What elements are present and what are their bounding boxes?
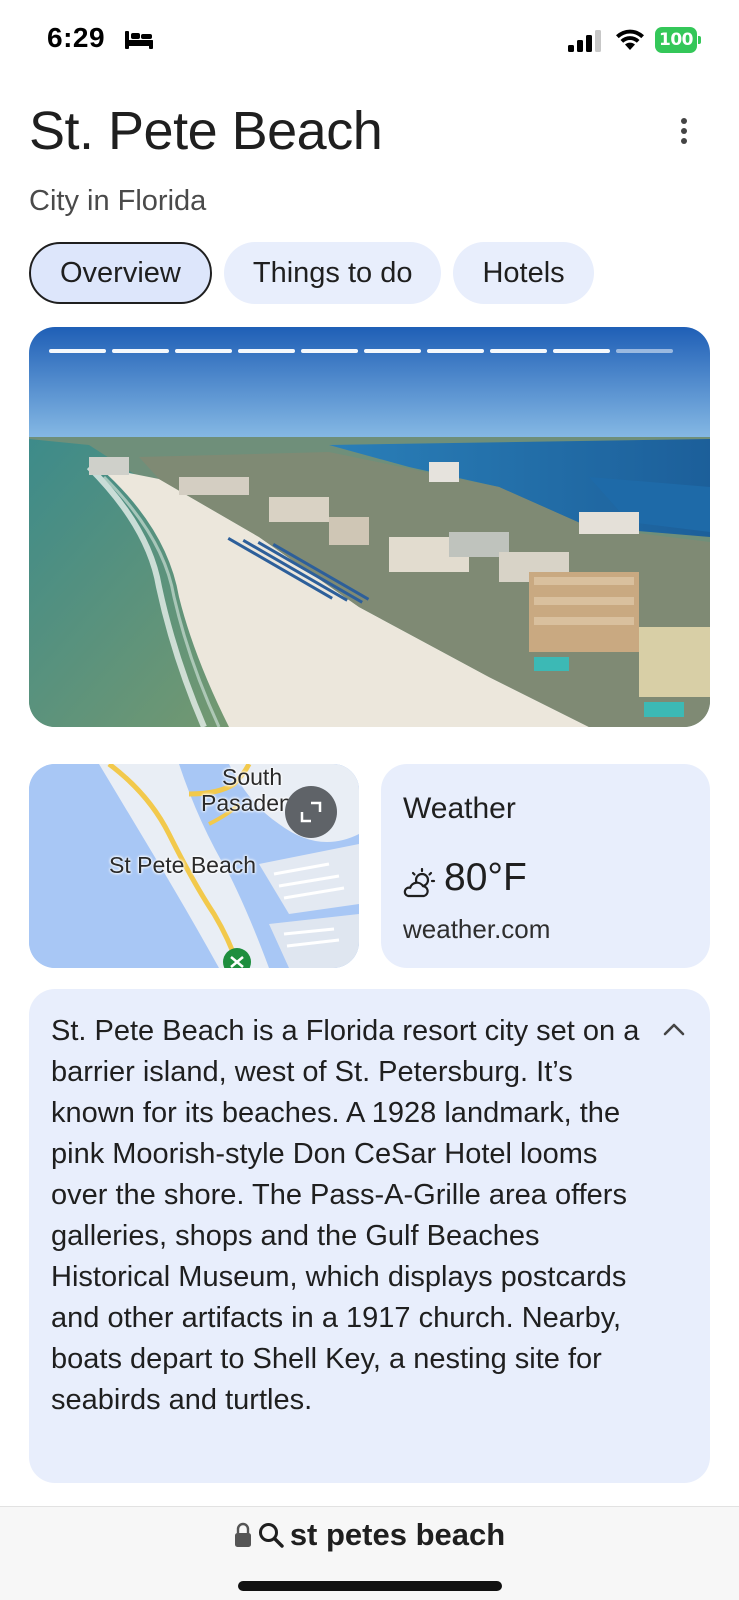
tab-bar: Overview Things to do Hotels (29, 242, 594, 304)
expand-map-button[interactable] (285, 786, 337, 838)
map-label-st-pete-beach: St Pete Beach (109, 852, 257, 878)
description-text: St. Pete Beach is a Florida resort city … (51, 1015, 640, 1416)
battery-body: 100 (655, 27, 697, 53)
status-time: 6:29 (47, 22, 106, 53)
page-subtitle: City in Florida (29, 185, 207, 217)
status-bar: 6:29 100 (0, 0, 739, 82)
progress-segment (238, 349, 295, 353)
map-preview[interactable]: South Pasadena St Pete Beach (29, 764, 359, 968)
weather-card[interactable]: Weather 80°F weather.com (381, 764, 710, 968)
progress-segment (49, 349, 106, 353)
progress-segment (427, 349, 484, 353)
more-dot-icon (681, 128, 687, 134)
progress-segment (553, 349, 610, 353)
description-card: St. Pete Beach is a Florida resort city … (29, 989, 710, 1483)
battery-indicator: 100 (655, 27, 701, 53)
battery-tip (698, 36, 701, 44)
expand-icon (300, 801, 322, 823)
progress-segment (301, 349, 358, 353)
home-indicator[interactable] (238, 1581, 502, 1591)
weather-temperature: 80°F (444, 856, 527, 899)
hero-image[interactable] (29, 327, 710, 727)
cellular-signal-icon (568, 30, 601, 52)
lock-icon (234, 1522, 251, 1547)
partly-cloudy-icon (403, 868, 436, 898)
more-dot-icon (681, 118, 687, 124)
gallery-progress (49, 349, 673, 353)
wifi-icon (616, 29, 644, 50)
tab-overview[interactable]: Overview (29, 242, 212, 304)
progress-segment (616, 349, 673, 353)
bed-icon (125, 31, 153, 49)
tab-things-to-do[interactable]: Things to do (223, 242, 442, 304)
progress-segment (175, 349, 232, 353)
progress-segment (490, 349, 547, 353)
more-options-button[interactable] (670, 114, 698, 148)
page-title: St. Pete Beach (29, 101, 383, 161)
address-field[interactable]: st petes beach (0, 1517, 739, 1553)
browser-address-bar: st petes beach (0, 1506, 739, 1600)
chevron-up-icon[interactable] (659, 1015, 689, 1045)
beach-aerial-photo (29, 327, 710, 727)
battery-level: 100 (659, 30, 694, 50)
weather-source-link[interactable]: weather.com (403, 914, 550, 945)
progress-segment (364, 349, 421, 353)
search-result-page: 6:29 100 St. Pete Beach City in Florida … (0, 0, 739, 1600)
address-query: st petes beach (289, 1517, 506, 1552)
search-icon (258, 1523, 284, 1548)
map-label-south: South (222, 764, 283, 790)
progress-segment (112, 349, 169, 353)
weather-title: Weather (403, 792, 516, 825)
tab-hotels[interactable]: Hotels (453, 242, 594, 304)
more-dot-icon (681, 138, 687, 144)
